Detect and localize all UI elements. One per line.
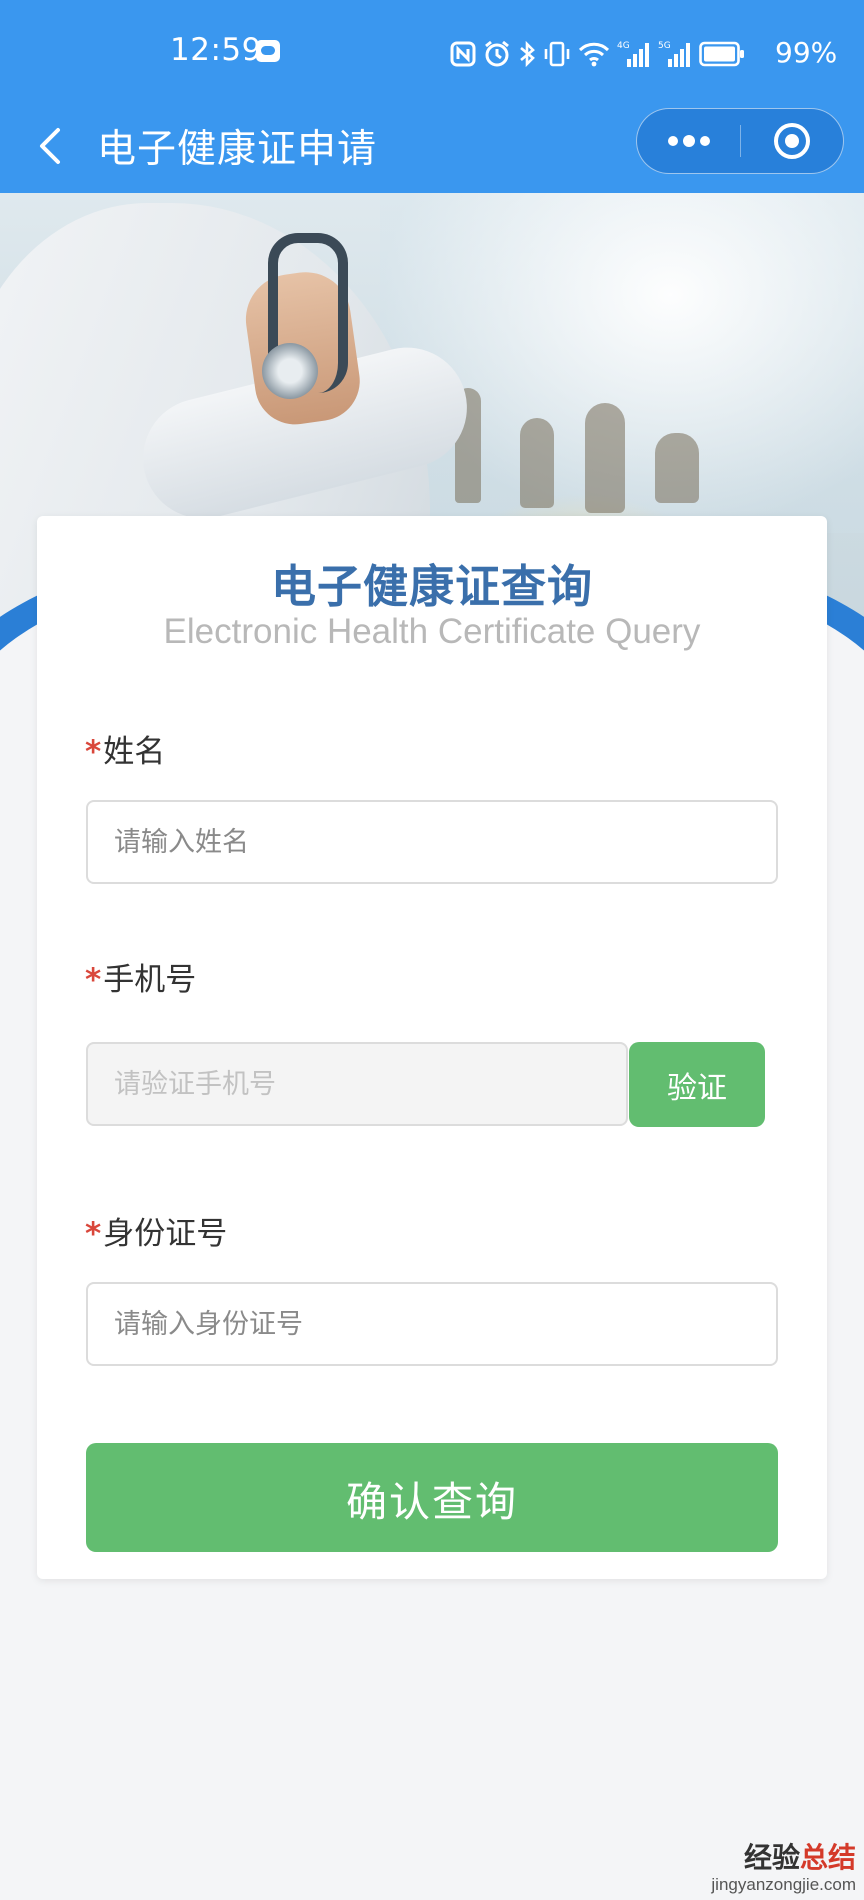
background-figure [520, 418, 554, 508]
watermark-main: 经验 [743, 1841, 800, 1874]
phone-input[interactable] [86, 1042, 628, 1126]
id-number-input[interactable] [86, 1282, 778, 1366]
id-number-label-text: 身份证号 [103, 1216, 228, 1252]
vibrate-icon [543, 40, 571, 68]
watermark-url: jingyanzongjie.com [711, 1875, 856, 1894]
alarm-icon [483, 40, 511, 68]
name-label-text: 姓名 [103, 734, 166, 770]
top-bar: 12:59 4G 5G 99% 电子健康证申请 [0, 0, 864, 193]
background-figure [655, 433, 699, 503]
query-form-card: 电子健康证查询 Electronic Health Certificate Qu… [37, 516, 827, 1579]
bluetooth-icon [518, 40, 536, 68]
status-icons: 4G 5G [450, 36, 745, 72]
battery-percent: 99% [775, 36, 838, 69]
id-number-label: *身份证号 [85, 1208, 227, 1253]
required-mark: * [85, 734, 102, 770]
card-subtitle: Electronic Health Certificate Query [163, 612, 701, 651]
phone-label: *手机号 [85, 954, 196, 999]
close-button[interactable] [741, 109, 842, 172]
battery-icon [699, 41, 745, 67]
target-close-icon [773, 122, 810, 159]
name-input[interactable] [86, 800, 778, 884]
weather-icon [256, 40, 280, 62]
verify-phone-button[interactable]: 验证 [629, 1042, 765, 1127]
wifi-icon [578, 41, 610, 67]
card-title: 电子健康证查询 [270, 560, 593, 613]
nfc-icon [450, 41, 476, 67]
watermark: 经验总结 jingyanzongjie.com [711, 1842, 856, 1896]
required-mark: * [85, 962, 102, 998]
signal-4g-icon: 4G [617, 39, 651, 69]
name-label: *姓名 [85, 726, 165, 771]
signal-5g-icon: 5G [658, 39, 692, 69]
navigation-bar: 电子健康证申请 [0, 100, 864, 193]
chevron-left-icon [40, 128, 60, 164]
more-dots-icon [667, 134, 710, 147]
miniprogram-capsule [636, 108, 844, 174]
page-title: 电子健康证申请 [97, 127, 378, 172]
more-button[interactable] [637, 109, 740, 172]
signal-5g-label: 5G [658, 41, 671, 51]
confirm-query-button[interactable]: 确认查询 [86, 1443, 778, 1552]
back-button[interactable] [30, 122, 70, 170]
watermark-accent: 总结 [799, 1841, 856, 1874]
required-mark: * [85, 1216, 102, 1252]
background-figure [585, 403, 625, 513]
phone-label-text: 手机号 [103, 962, 197, 998]
status-bar: 12:59 4G 5G 99% [0, 0, 864, 100]
signal-4g-label: 4G [617, 41, 630, 51]
status-time: 12:59 [170, 32, 262, 68]
